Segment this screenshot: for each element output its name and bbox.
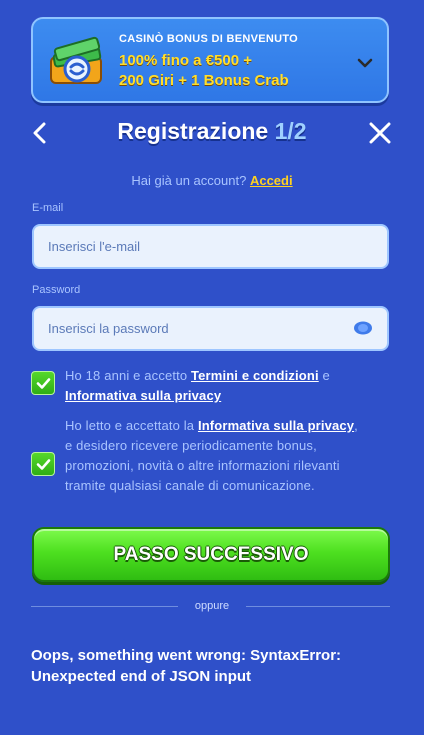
- age-terms-consent-text: Ho 18 anni e accetto Termini e condizion…: [65, 366, 365, 406]
- banner-kicker: CASINÒ BONUS DI BENVENUTO: [119, 33, 299, 45]
- next-step-button[interactable]: PASSO SUCCESSIVO: [32, 527, 390, 582]
- money-stack-icon: [50, 36, 102, 84]
- consent-1-text: Ho 18 anni e accetto: [65, 368, 192, 383]
- marketing-consent-text: Ho letto e accettato la Informativa sull…: [65, 416, 365, 496]
- privacy-link[interactable]: Informativa sulla privacy: [65, 388, 221, 403]
- email-input[interactable]: [32, 224, 389, 269]
- welcome-bonus-banner[interactable]: CASINÒ BONUS DI BENVENUTO 100% fino a €5…: [31, 17, 389, 103]
- login-prompt: Hai già un account?: [131, 173, 247, 188]
- login-link[interactable]: Accedi: [250, 173, 293, 188]
- privacy-link-2[interactable]: Informativa sulla privacy: [198, 418, 354, 433]
- page-title: Registrazione 1/2: [0, 118, 424, 145]
- checkmark-icon: [36, 458, 50, 470]
- password-input[interactable]: [32, 306, 389, 351]
- consent-2-text: Ho letto e accettato la: [65, 418, 198, 433]
- error-message: Oops, something went wrong: SyntaxError:…: [31, 647, 342, 685]
- title-main: Registrazione: [117, 118, 275, 144]
- divider-line-left: [31, 606, 178, 607]
- age-terms-checkbox[interactable]: [31, 371, 55, 395]
- title-step: 1/2: [274, 118, 307, 144]
- marketing-consent-checkbox[interactable]: [31, 452, 55, 476]
- divider-label: oppure: [194, 600, 230, 612]
- terms-link[interactable]: Termini e condizioni: [191, 368, 319, 383]
- password-label: Password: [32, 284, 81, 296]
- consent-1-middle: e: [318, 368, 330, 383]
- registration-header: Registrazione 1/2: [0, 118, 424, 148]
- checkmark-icon: [36, 377, 50, 389]
- eye-icon[interactable]: [352, 320, 374, 336]
- login-prompt-row: Hai già un account? Accedi: [0, 173, 424, 188]
- close-icon[interactable]: [368, 121, 392, 145]
- banner-offer-line-2: 200 Giri + 1 Bonus Crab: [119, 72, 289, 89]
- chevron-down-icon[interactable]: [357, 57, 373, 69]
- email-label: E-mail: [32, 202, 64, 214]
- banner-offer-line-1: 100% fino a €500 +: [119, 52, 252, 69]
- divider-line-right: [246, 606, 390, 607]
